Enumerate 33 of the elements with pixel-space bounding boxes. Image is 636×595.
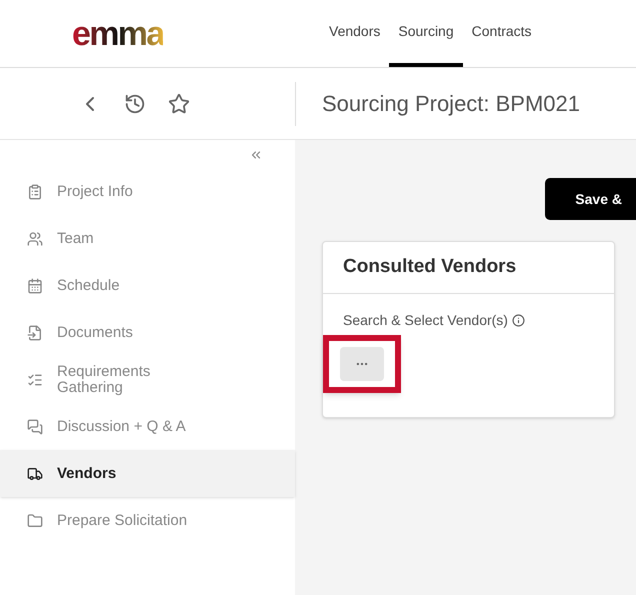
sidebar-item[interactable]: Team: [0, 215, 295, 262]
sidebar-item[interactable]: Requirements Gathering: [0, 356, 295, 403]
nav-tab[interactable]: Contracts: [462, 0, 541, 67]
folder-icon: [27, 512, 43, 528]
sidebar-label: Prepare Solicitation: [57, 512, 188, 528]
history-icon[interactable]: [124, 92, 146, 114]
people-icon: [27, 230, 43, 246]
sidebar-label: Schedule: [57, 278, 120, 294]
sidebar-item[interactable]: Documents: [0, 309, 295, 356]
sidebar-label: Documents: [57, 324, 133, 340]
sidebar-item[interactable]: Schedule: [0, 262, 295, 309]
calendar-icon: [27, 278, 43, 294]
list-icon: [27, 372, 43, 388]
sidebar-item[interactable]: Project Info: [0, 168, 295, 215]
truck-icon: [27, 466, 43, 482]
star-icon[interactable]: [168, 92, 190, 114]
card-title: Consulted Vendors: [343, 255, 516, 280]
sidebar-label: Team: [57, 230, 94, 246]
clipboard-icon: [27, 184, 43, 200]
sidebar-item[interactable]: Vendors: [0, 450, 295, 497]
sidebar-label: Vendors: [57, 466, 116, 482]
field-label: Search & Select Vendor(s): [343, 311, 508, 330]
page-title: Sourcing Project: BPM021: [322, 90, 580, 118]
document-icon: [27, 324, 43, 340]
chat-bubbles-icon: [27, 418, 43, 434]
save-button[interactable]: Save &: [545, 178, 636, 220]
info-icon[interactable]: [512, 314, 525, 327]
sidebar-label: Project Info: [57, 184, 133, 200]
sidebar-label: Discussion + Q & A: [57, 418, 186, 434]
sidebar-item[interactable]: Prepare Solicitation: [0, 497, 295, 544]
nav-tab[interactable]: Vendors: [320, 0, 390, 67]
sidebar-label: Requirements Gathering: [57, 364, 152, 396]
sidebar-item[interactable]: Discussion + Q & A: [0, 403, 295, 450]
